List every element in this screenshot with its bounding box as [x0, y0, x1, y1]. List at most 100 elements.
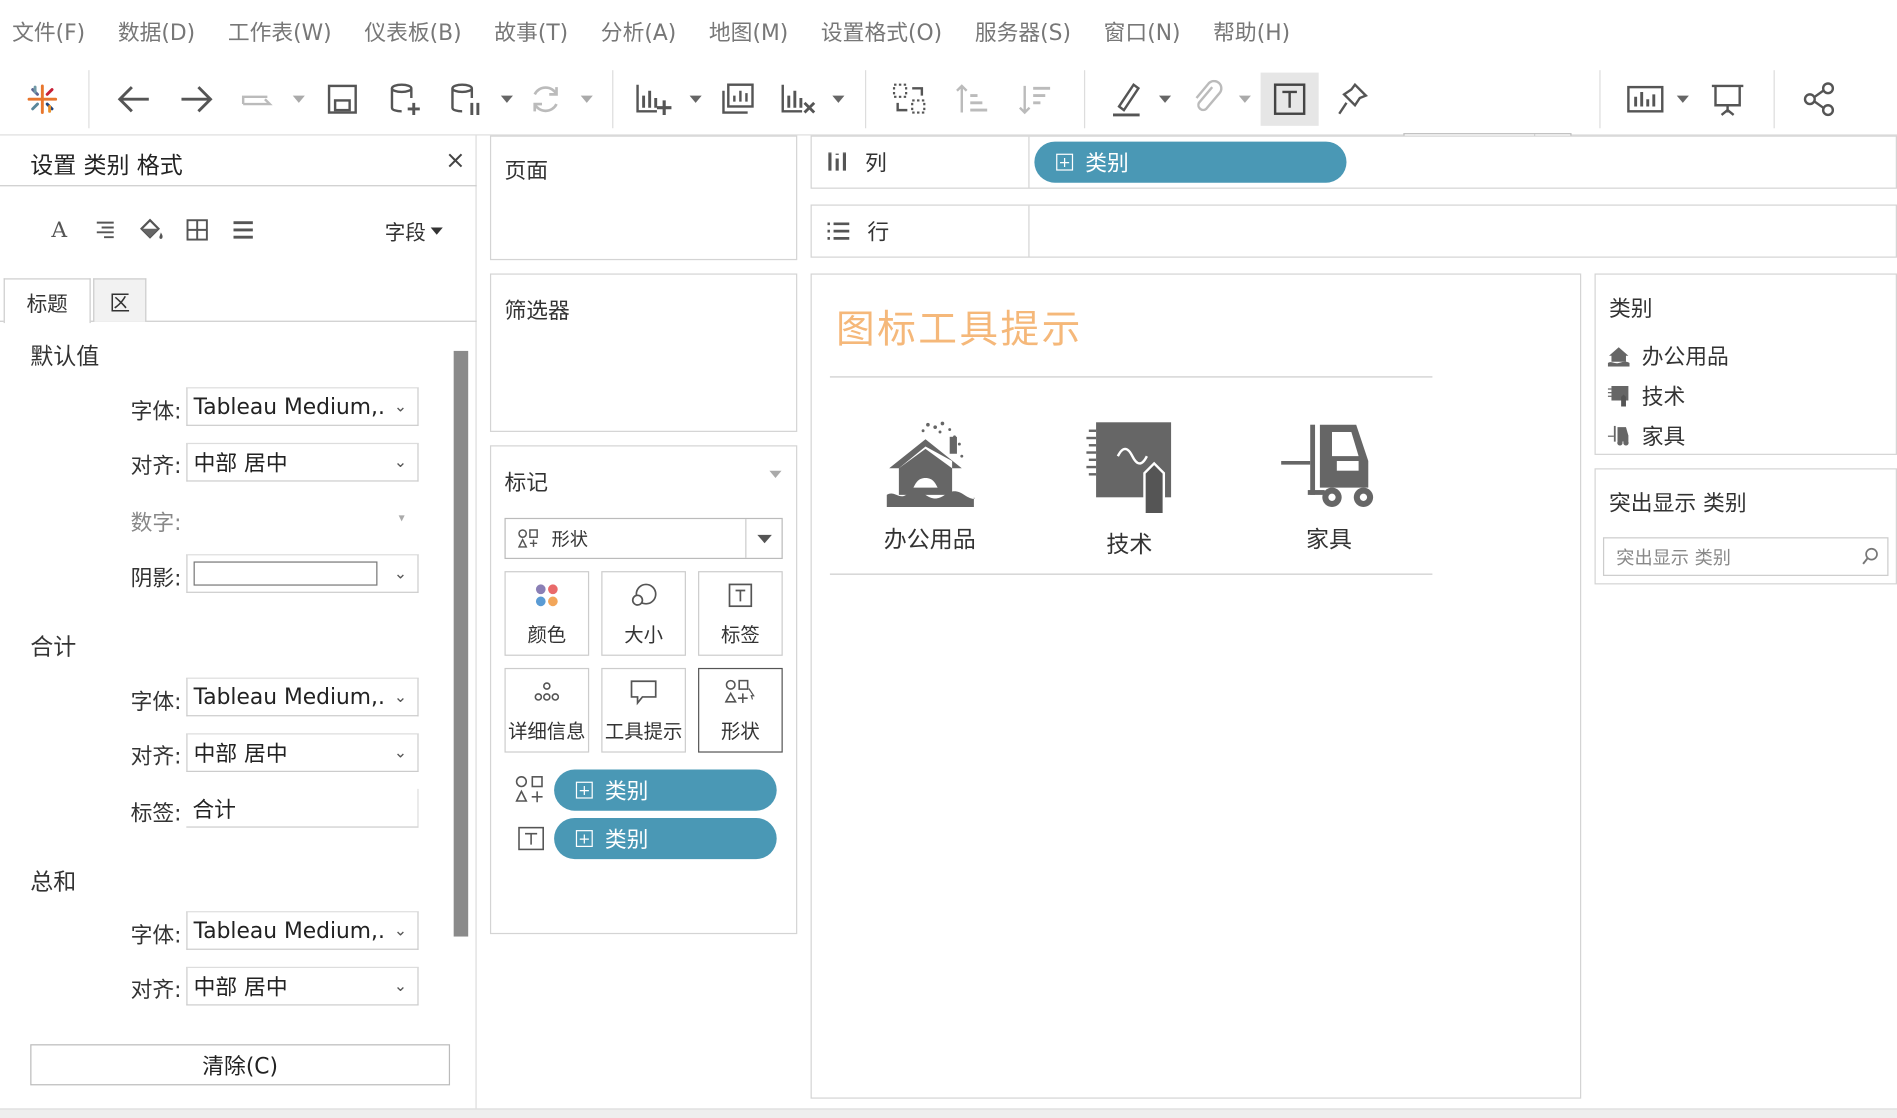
clear-sheet-icon[interactable] [777, 73, 821, 126]
show-labels-icon[interactable] [1260, 72, 1319, 126]
shape-furniture[interactable]: 家具 [1229, 420, 1429, 554]
shading-icon[interactable] [128, 213, 174, 247]
chevron-down-icon: ⌄ [393, 453, 408, 472]
close-icon[interactable]: × [445, 145, 465, 174]
sort-asc-icon[interactable] [951, 73, 995, 126]
chevron-down-icon: ⌄ [393, 397, 408, 416]
menu-story[interactable]: 故事(T) [494, 16, 568, 47]
total-align-value: 中部 居中 [193, 741, 288, 768]
new-datasource-icon[interactable] [385, 73, 426, 126]
tab-header[interactable]: 标题 [3, 278, 91, 324]
new-worksheet-icon[interactable] [632, 73, 676, 126]
label-icon [727, 572, 754, 618]
show-me-dropdown-icon[interactable] [1674, 73, 1691, 126]
menu-help[interactable]: 帮助(H) [1213, 16, 1290, 47]
menu-window[interactable]: 窗口(N) [1104, 16, 1181, 47]
label-category-pill[interactable]: + 类别 [554, 817, 777, 860]
detail-button[interactable]: 详细信息 [504, 667, 590, 753]
mark-type-value: 形状 [551, 528, 588, 550]
clear-dropdown-icon[interactable] [830, 73, 847, 126]
pause-update-icon[interactable] [445, 73, 486, 126]
shape-category-pill[interactable]: + 类别 [554, 769, 777, 811]
view-title[interactable]: 图标工具提示 [836, 299, 1083, 355]
total-align-dropdown[interactable]: 中部 居中 ⌄ [186, 733, 419, 772]
menu-analysis[interactable]: 分析(A) [601, 16, 676, 47]
columns-category-pill[interactable]: + 类别 [1034, 141, 1347, 183]
share-icon[interactable] [1798, 73, 1842, 126]
borders-icon[interactable] [174, 213, 220, 247]
back-icon[interactable] [111, 73, 155, 126]
tooltip-icon [629, 669, 658, 715]
refresh-dropdown-icon[interactable] [578, 73, 595, 126]
menu-format[interactable]: 设置格式(O) [821, 16, 942, 47]
pin-icon[interactable] [1331, 73, 1375, 126]
highlighter-input[interactable]: 突出显示 类别 [1602, 537, 1889, 576]
office-supplies-icon [886, 421, 974, 507]
menu-server[interactable]: 服务器(S) [975, 16, 1071, 47]
total-label-input[interactable]: 合计 [186, 788, 419, 828]
mark-type-dropdown[interactable]: 形状 [504, 517, 783, 560]
highlight-dropdown-icon[interactable] [1157, 73, 1174, 126]
duplicate-icon[interactable] [716, 73, 760, 126]
highlight-icon[interactable] [1106, 73, 1150, 126]
shape-button[interactable]: 形状 [698, 667, 783, 753]
shape-office-supplies[interactable]: 办公用品 [830, 420, 1030, 554]
chevron-down-icon: ⌄ [393, 743, 408, 762]
redo-dropdown-icon[interactable] [290, 73, 307, 126]
grand-total-font-dropdown[interactable]: Tableau Medium,.. ⌄ [186, 911, 419, 950]
total-font-dropdown[interactable]: Tableau Medium,.. ⌄ [186, 677, 419, 717]
swap-icon[interactable] [888, 73, 932, 126]
section-grand-total-title: 总和 [30, 868, 77, 896]
office-supplies-icon [1607, 347, 1630, 367]
font-icon[interactable]: A [36, 213, 82, 247]
pages-card[interactable]: 页面 [489, 135, 798, 261]
lines-icon[interactable] [220, 213, 266, 247]
menu-dashboard[interactable]: 仪表板(B) [364, 16, 461, 47]
plus-icon[interactable]: + [1056, 153, 1074, 171]
new-worksheet-dropdown-icon[interactable] [687, 73, 704, 126]
default-font-dropdown[interactable]: Tableau Medium,.. ⌄ [186, 387, 419, 426]
field-dropdown[interactable]: 字段 [385, 215, 443, 246]
clear-button[interactable]: 清除(C) [30, 1044, 451, 1086]
datasource-dropdown-icon[interactable] [498, 73, 515, 126]
menu-data[interactable]: 数据(D) [118, 16, 195, 47]
menu-map[interactable]: 地图(M) [709, 16, 788, 47]
tooltip-button[interactable]: 工具提示 [601, 667, 686, 753]
group-icon[interactable] [1186, 73, 1230, 126]
size-button[interactable]: 大小 [601, 571, 686, 656]
size-button-label: 大小 [624, 623, 663, 647]
alignment-icon[interactable] [82, 213, 128, 247]
chevron-down-icon: ⌄ [393, 977, 408, 996]
group-dropdown-icon[interactable] [1236, 73, 1253, 126]
refresh-icon[interactable] [525, 73, 566, 126]
format-pane-scrollbar[interactable] [453, 350, 469, 937]
chevron-down-icon: ▾ [398, 511, 405, 525]
color-button[interactable]: 颜色 [504, 571, 590, 656]
show-me-icon[interactable] [1624, 73, 1668, 126]
menu-worksheet[interactable]: 工作表(W) [228, 16, 332, 47]
plus-icon[interactable]: + [575, 830, 593, 847]
plus-icon[interactable]: + [575, 781, 593, 799]
rows-shelf[interactable]: 行 [810, 204, 1897, 258]
label-button[interactable]: 标签 [698, 571, 783, 656]
menu-file[interactable]: 文件(F) [12, 16, 85, 47]
save-icon[interactable] [322, 73, 363, 126]
legend-item-furniture[interactable]: 家具 [1607, 420, 1685, 451]
default-shading-dropdown[interactable]: ⌄ [186, 554, 419, 593]
shape-legend: 类别 办公用品 技术 家具 [1594, 273, 1897, 455]
section-default-title: 默认值 [30, 343, 100, 371]
sort-desc-icon[interactable] [1014, 73, 1058, 126]
columns-shelf[interactable]: 列 + 类别 [810, 135, 1897, 189]
tab-pane[interactable]: 区 [93, 278, 147, 322]
forward-icon[interactable] [175, 73, 219, 126]
redo-icon[interactable] [237, 73, 281, 126]
legend-item-office-supplies[interactable]: 办公用品 [1607, 340, 1729, 371]
presentation-icon[interactable] [1706, 73, 1750, 126]
legend-item-technology[interactable]: 技术 [1607, 380, 1685, 411]
grand-total-align-dropdown[interactable]: 中部 居中 ⌄ [186, 966, 419, 1006]
shape-technology[interactable]: 技术 [1030, 420, 1230, 559]
filters-card[interactable]: 筛选器 [489, 273, 798, 432]
marks-card-menu-icon[interactable] [769, 470, 782, 478]
tableau-logo-icon[interactable] [19, 73, 65, 126]
default-align-dropdown[interactable]: 中部 居中 ⌄ [186, 442, 419, 482]
